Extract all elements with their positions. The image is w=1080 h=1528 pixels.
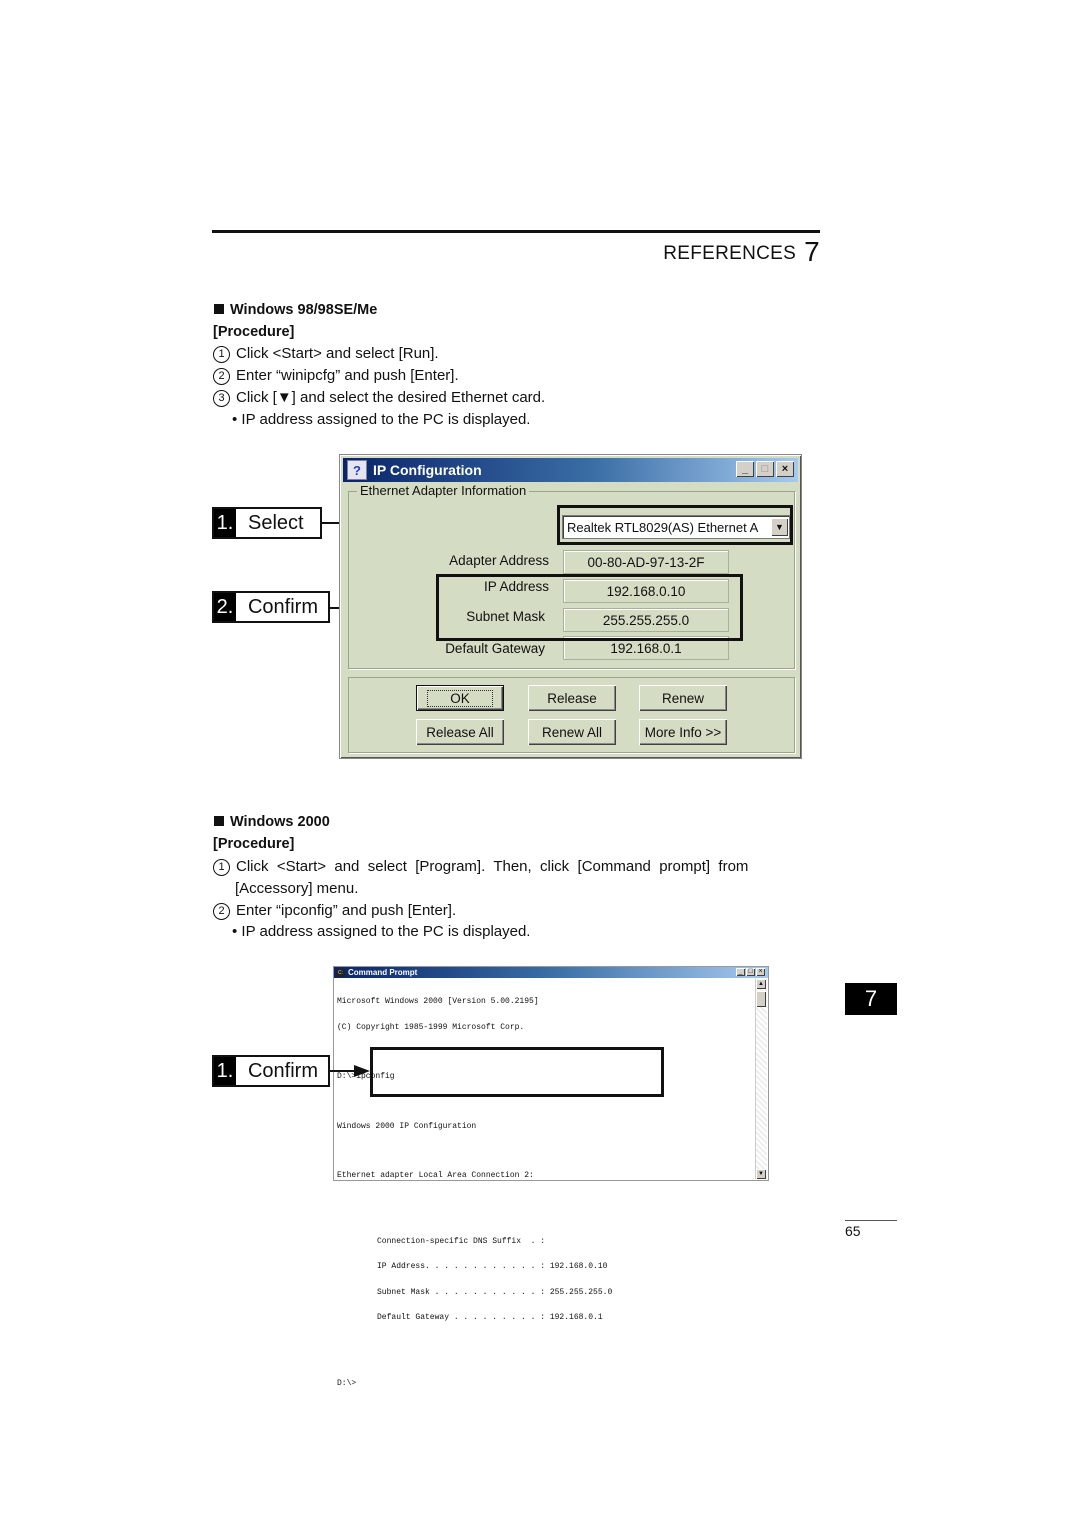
console-line: (C) Copyright 1985-1999 Microsoft Corp.: [337, 1022, 525, 1032]
minimize-button[interactable]: _: [736, 968, 745, 976]
win98-heading: Windows 98/98SE/Me: [214, 302, 377, 318]
chapter-number: 7: [804, 236, 820, 267]
callout-select: 1. Select: [212, 507, 322, 539]
step-text: Click [▼] and select the desired Etherne…: [236, 389, 546, 406]
square-bullet-icon: [214, 816, 224, 826]
section-heading: REFERENCES 7: [663, 236, 820, 268]
step-number-icon: 3: [213, 390, 230, 407]
winipcfg-app-icon: ?: [347, 460, 367, 480]
footer-rule: [845, 1220, 897, 1221]
square-bullet-icon: [214, 304, 224, 314]
maximize-button[interactable]: □: [746, 968, 755, 976]
maximize-button[interactable]: □: [756, 461, 774, 477]
callout-number: 1.: [214, 1057, 236, 1085]
renew-button[interactable]: Renew: [639, 685, 727, 711]
console-line: Microsoft Windows 2000 [Version 5.00.219…: [337, 997, 539, 1006]
console-line: Windows 2000 IP Configuration: [337, 1121, 477, 1131]
release-button[interactable]: Release: [528, 685, 616, 711]
step-number-icon: 2: [213, 368, 230, 385]
close-button[interactable]: ×: [756, 968, 765, 976]
callout-number: 2.: [214, 593, 236, 621]
section-title: REFERENCES: [663, 243, 797, 264]
step-number-icon: 2: [213, 903, 230, 920]
arrow-right-icon: [354, 1065, 370, 1077]
step-text: Enter “ipconfig” and push [Enter].: [236, 902, 457, 919]
console-line: Default Gateway . . . . . . . . . : 192.…: [377, 1313, 603, 1322]
win2000-step-1-cont: [Accessory] menu.: [235, 880, 359, 897]
minimize-button[interactable]: _: [736, 461, 754, 477]
header-rule: [212, 230, 820, 233]
window-title: Command Prompt: [348, 968, 418, 977]
page-number: 65: [845, 1223, 861, 1239]
adapter-address-value: 00-80-AD-97-13-2F: [563, 550, 729, 574]
win2000-step-2: 2 Enter “ipconfig” and push [Enter].: [213, 900, 456, 922]
step-text: Enter “winipcfg” and push [Enter].: [236, 367, 459, 384]
console-line: Ethernet adapter Local Area Connection 2…: [337, 1171, 534, 1180]
close-button[interactable]: ×: [776, 461, 794, 477]
confirm-arrow-line: [330, 1070, 356, 1072]
callout-label: Confirm: [247, 1059, 318, 1082]
win98-procedure-label: [Procedure]: [213, 324, 295, 340]
win98-note: • IP address assigned to the PC is displ…: [232, 411, 531, 428]
adapter-address-label: Adapter Address: [449, 553, 549, 568]
console-line: IP Address. . . . . . . . . . . . : 192.…: [377, 1262, 608, 1271]
step-text-line1: Click <Start> and select [Program]. Then…: [236, 858, 749, 875]
win98-step-1: 1 Click <Start> and select [Run].: [213, 343, 439, 365]
title-bar[interactable]: C: Command Prompt _ □ ×: [334, 967, 768, 978]
step-number-icon: 1: [213, 346, 230, 363]
win2000-procedure-label: [Procedure]: [213, 836, 295, 852]
scroll-up-button[interactable]: ▲: [756, 979, 766, 989]
callout-confirm-2000: 1. Confirm: [212, 1055, 330, 1087]
group-label: Ethernet Adapter Information: [357, 483, 530, 498]
win98-step-3: 3 Click [▼] and select the desired Ethern…: [213, 387, 545, 409]
win98-step-2: 2 Enter “winipcfg” and push [Enter].: [213, 365, 459, 387]
step-number-icon: 1: [213, 859, 230, 876]
win98-heading-text: Windows 98/98SE/Me: [230, 302, 378, 318]
chapter-side-tab: 7: [845, 983, 897, 1015]
ipconfig-highlight-box: [370, 1047, 664, 1097]
callout-label: Select: [248, 511, 304, 534]
title-bar[interactable]: ? IP Configuration _ □ ×: [343, 458, 798, 482]
scroll-down-button[interactable]: ▼: [756, 1169, 766, 1179]
more-info-button[interactable]: More Info >>: [639, 719, 727, 745]
ok-label: OK: [427, 689, 493, 707]
callout-number: 1.: [214, 509, 236, 537]
vertical-scrollbar[interactable]: ▲ ▼: [755, 979, 767, 1179]
console-line: Connection-specific DNS Suffix . :: [377, 1236, 546, 1246]
renew-all-button[interactable]: Renew All: [528, 719, 616, 745]
ok-button[interactable]: OK: [416, 685, 504, 711]
console-output[interactable]: Microsoft Windows 2000 [Version 5.00.219…: [337, 981, 612, 1405]
console-ip-block: Connection-specific DNS Suffix . : IP Ad…: [337, 1221, 612, 1340]
win2000-heading: Windows 2000: [214, 814, 330, 830]
step-text: Click <Start> and select [Run].: [236, 345, 439, 362]
callout-confirm: 2. Confirm: [212, 591, 330, 623]
ip-subnet-highlight-box: [436, 574, 743, 641]
win2000-note: • IP address assigned to the PC is displ…: [232, 923, 531, 940]
win2000-step-1: 1 Click <Start> and select [Program]. The…: [213, 856, 819, 878]
cmd-app-icon: C:: [336, 968, 345, 977]
default-gateway-label: Default Gateway: [445, 641, 545, 656]
win2000-heading-text: Windows 2000: [230, 814, 330, 830]
console-prompt: D:\>: [337, 1378, 357, 1388]
console-line: Subnet Mask . . . . . . . . . . . : 255.…: [377, 1287, 613, 1297]
adapter-highlight-box: [557, 505, 793, 545]
release-all-button[interactable]: Release All: [416, 719, 504, 745]
scroll-thumb[interactable]: [756, 991, 766, 1007]
window-title: IP Configuration: [373, 462, 482, 478]
callout-label: Confirm: [247, 595, 318, 618]
